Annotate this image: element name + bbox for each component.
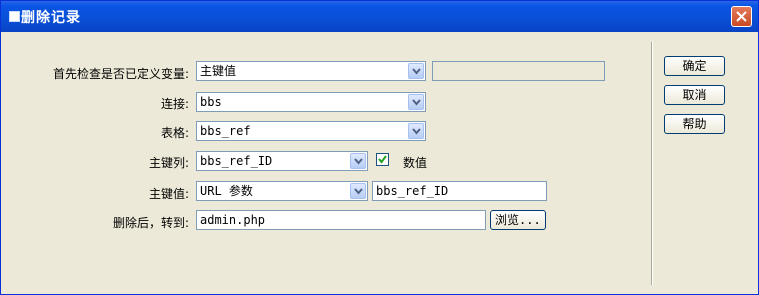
check-variable-label: 首先检查是否已定义变量:	[52, 67, 189, 81]
chevron-down-icon	[412, 99, 421, 106]
dialog-title: 删除记录	[21, 10, 81, 26]
check-variable-select[interactable]: 主键值	[196, 61, 426, 81]
redirect-label: 删除后，转到:	[112, 216, 189, 230]
chevron-down-icon	[354, 158, 363, 165]
connection-label: 连接:	[160, 97, 189, 111]
delete-record-dialog: 删除记录 首先检查是否已定义变量: 主键值 连接: bbs 表格: bbs_re…	[0, 0, 759, 295]
title-bar[interactable]: 删除记录	[1, 1, 758, 32]
primary-key-value-select[interactable]: URL 参数	[196, 181, 368, 201]
primary-key-value-label: 主键值:	[148, 187, 189, 201]
primary-key-column-label: 主键列:	[148, 156, 189, 170]
numeric-checkbox[interactable]	[376, 153, 389, 166]
check-icon	[378, 155, 387, 164]
chevron-down-icon	[412, 128, 421, 135]
separator	[651, 42, 653, 285]
help-button[interactable]: 帮助	[664, 114, 725, 134]
close-icon	[736, 11, 747, 22]
primary-key-value-value: URL 参数	[200, 184, 253, 198]
connection-select[interactable]: bbs	[196, 92, 426, 112]
cancel-button[interactable]: 取消	[664, 85, 725, 105]
primary-key-param-input[interactable]: bbs_ref_ID	[372, 181, 547, 201]
redirect-input[interactable]: admin.php	[196, 210, 486, 230]
dialog-body: 首先检查是否已定义变量: 主键值 连接: bbs 表格: bbs_ref 主键列…	[1, 32, 758, 294]
table-label: 表格:	[160, 126, 189, 140]
dropdown-button[interactable]	[350, 153, 366, 169]
browse-button[interactable]: 浏览...	[490, 210, 546, 230]
check-variable-value: 主键值	[200, 64, 237, 78]
primary-key-column-select[interactable]: bbs_ref_ID	[196, 151, 368, 171]
close-button[interactable]	[731, 6, 752, 27]
dialog-icon	[9, 11, 20, 22]
dropdown-button[interactable]	[408, 123, 424, 139]
table-value: bbs_ref	[200, 124, 251, 138]
connection-value: bbs	[200, 95, 222, 109]
chevron-down-icon	[412, 68, 421, 75]
ok-button[interactable]: 确定	[664, 56, 725, 76]
numeric-label: 数值	[403, 156, 428, 170]
check-variable-extra-field	[432, 61, 605, 81]
primary-key-column-value: bbs_ref_ID	[200, 154, 273, 168]
table-select[interactable]: bbs_ref	[196, 121, 426, 141]
dropdown-button[interactable]	[350, 183, 366, 199]
chevron-down-icon	[354, 188, 363, 195]
dropdown-button[interactable]	[408, 63, 424, 79]
dropdown-button[interactable]	[408, 94, 424, 110]
